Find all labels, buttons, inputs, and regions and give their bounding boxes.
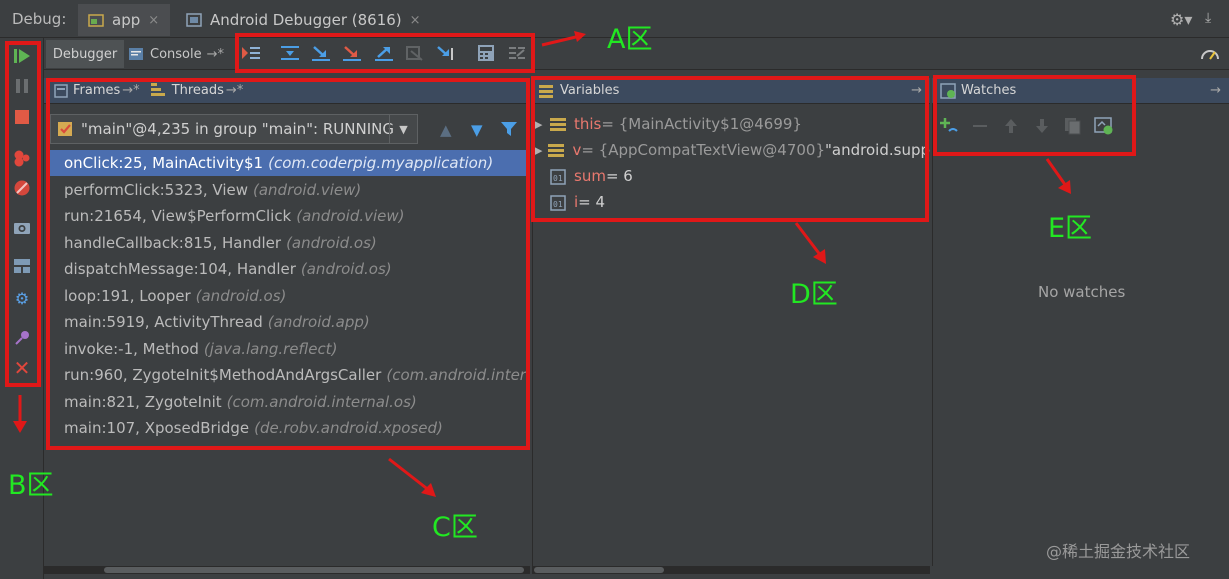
app-module-icon	[88, 13, 104, 27]
annotation-arrow-b	[13, 395, 27, 433]
hide-panel-icon[interactable]: ⤓	[1205, 10, 1211, 26]
settings-gear-icon[interactable]: ⚙▾	[1170, 10, 1192, 29]
annotation-box-d	[531, 76, 929, 222]
frames-horizontal-scrollbar[interactable]	[44, 566, 530, 574]
scrollbar-thumb[interactable]	[534, 567, 664, 573]
close-icon[interactable]: ×	[148, 13, 159, 28]
tab-console[interactable]: Console →*	[128, 40, 224, 68]
tab-console-label: Console	[150, 46, 202, 62]
performance-gauge-icon[interactable]	[1200, 44, 1220, 66]
zone-label-d: D区	[790, 279, 838, 310]
android-debugger-icon	[186, 13, 202, 27]
console-icon	[129, 48, 143, 60]
pin-tab-icon[interactable]: →*	[207, 47, 224, 62]
annotation-box-b	[5, 41, 41, 387]
pin-tab-icon[interactable]: →	[1210, 83, 1221, 98]
close-icon[interactable]: ×	[410, 13, 421, 28]
annotation-box-e	[933, 75, 1136, 156]
watches-panel	[932, 104, 1229, 566]
scrollbar-thumb[interactable]	[104, 567, 524, 573]
no-watches-text: No watches	[1038, 283, 1126, 301]
debug-label: Debug:	[12, 10, 67, 28]
zone-label-a: A区	[607, 24, 653, 55]
tab-app-label: app	[112, 11, 141, 29]
tab-debugger[interactable]: Debugger	[46, 40, 124, 68]
annotation-arrow-d	[794, 222, 826, 264]
annotation-arrow-c	[388, 457, 436, 497]
watermark-text: @稀土掘金技术社区	[1046, 542, 1191, 561]
variables-horizontal-scrollbar[interactable]	[532, 566, 930, 574]
zone-label-e: E区	[1048, 213, 1093, 244]
annotation-box-a	[235, 33, 535, 73]
zone-label-c: C区	[432, 512, 478, 543]
tab-app[interactable]: app ×	[78, 4, 170, 36]
annotation-box-c	[46, 78, 530, 450]
tab-android-debugger-label: Android Debugger (8616)	[210, 11, 402, 29]
zone-label-b: B区	[8, 470, 54, 501]
annotation-arrow-a	[541, 31, 586, 47]
tab-android-debugger[interactable]: Android Debugger (8616) ×	[176, 4, 436, 36]
annotation-arrow-e	[1045, 158, 1071, 194]
